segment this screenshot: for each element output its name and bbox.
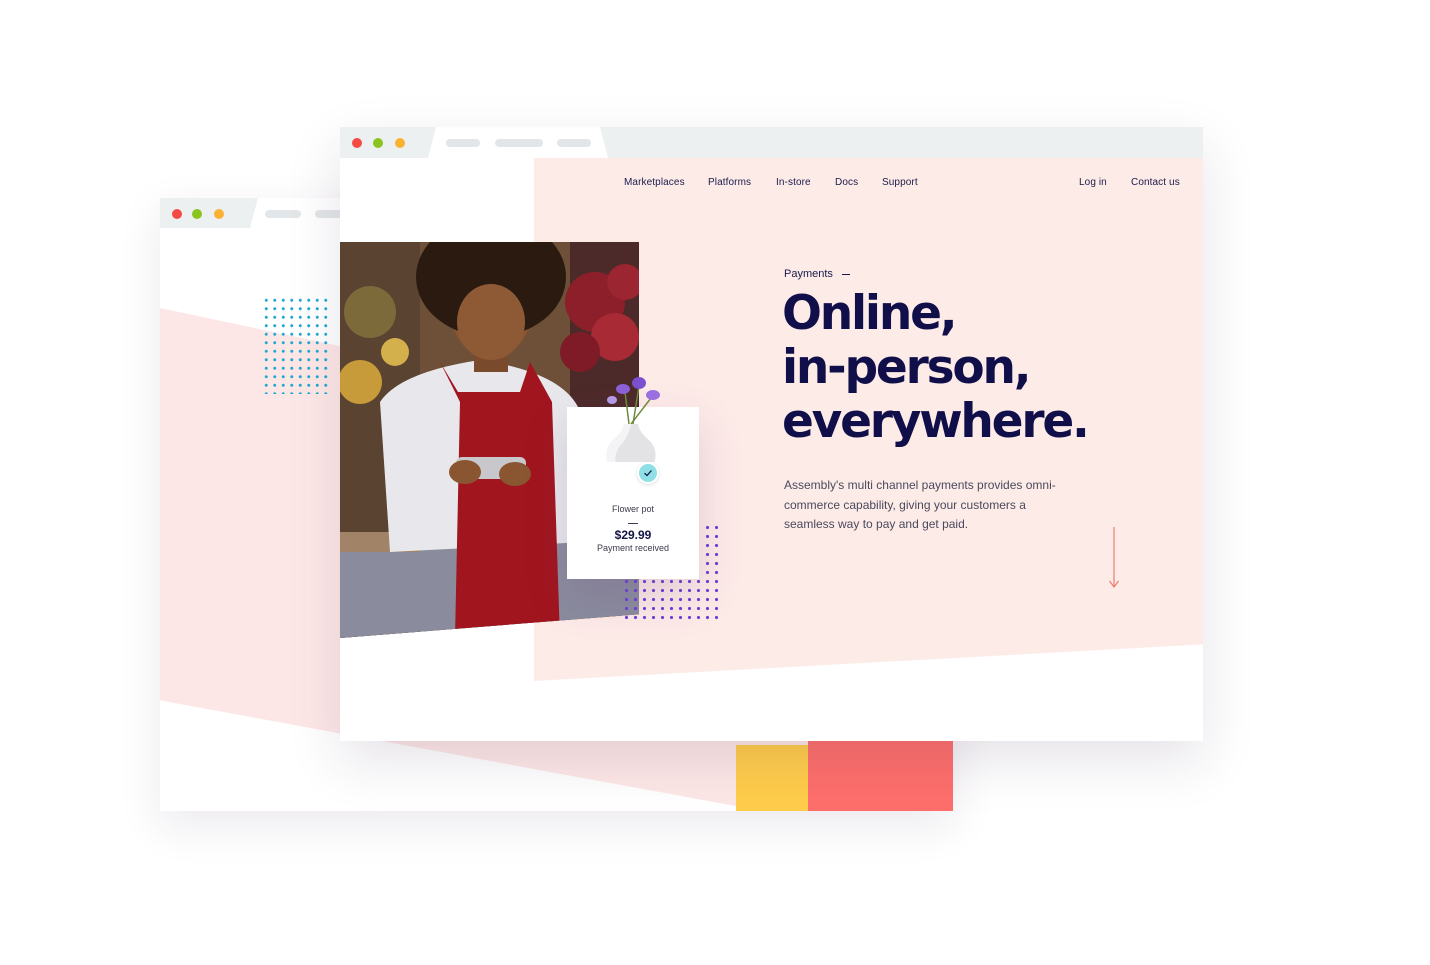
nav-item-in-store[interactable]: In-store [776,177,811,188]
payment-status: Payment received [596,543,670,553]
headline-line: Online, [782,286,958,341]
contact-us-link[interactable]: Contact us [1131,177,1180,188]
tab-placeholder [495,139,543,147]
teal-dot-pattern [262,296,330,394]
eyebrow-label: Payments [784,268,833,280]
nav-item-platforms[interactable]: Platforms [708,177,751,188]
maximize-icon[interactable] [395,138,405,148]
hero-headline: Online, in-person, everywhere. [782,287,1182,449]
close-icon [172,209,182,219]
coral-decor-block [808,741,953,811]
yellow-decor-block [736,745,808,811]
vase-icon [606,377,660,462]
maximize-icon [214,209,224,219]
tab-placeholder [265,210,301,218]
close-icon[interactable] [352,138,362,148]
product-card: Flower pot $29.99 Payment received [567,377,699,579]
product-name: Flower pot [611,504,655,514]
tab-placeholder [446,139,480,147]
login-link[interactable]: Log in [1079,177,1107,188]
divider [628,523,638,524]
tab-placeholder [557,139,591,147]
nav-item-support[interactable]: Support [882,177,918,188]
eyebrow-dash [842,274,850,275]
arrow-down-icon[interactable] [1108,527,1120,589]
product-price: $29.99 [614,528,652,542]
headline-line: everywhere. [782,394,1090,449]
nav-item-marketplaces[interactable]: Marketplaces [624,177,685,188]
minimize-icon [192,209,202,219]
front-browser-window: Marketplaces Platforms In-store Docs Sup… [340,127,1203,741]
hero-description: Assembly's multi channel payments provid… [784,478,1056,531]
check-icon [637,462,659,484]
headline-line: in-person, [782,340,1032,395]
minimize-icon[interactable] [373,138,383,148]
nav-item-docs[interactable]: Docs [835,177,858,188]
